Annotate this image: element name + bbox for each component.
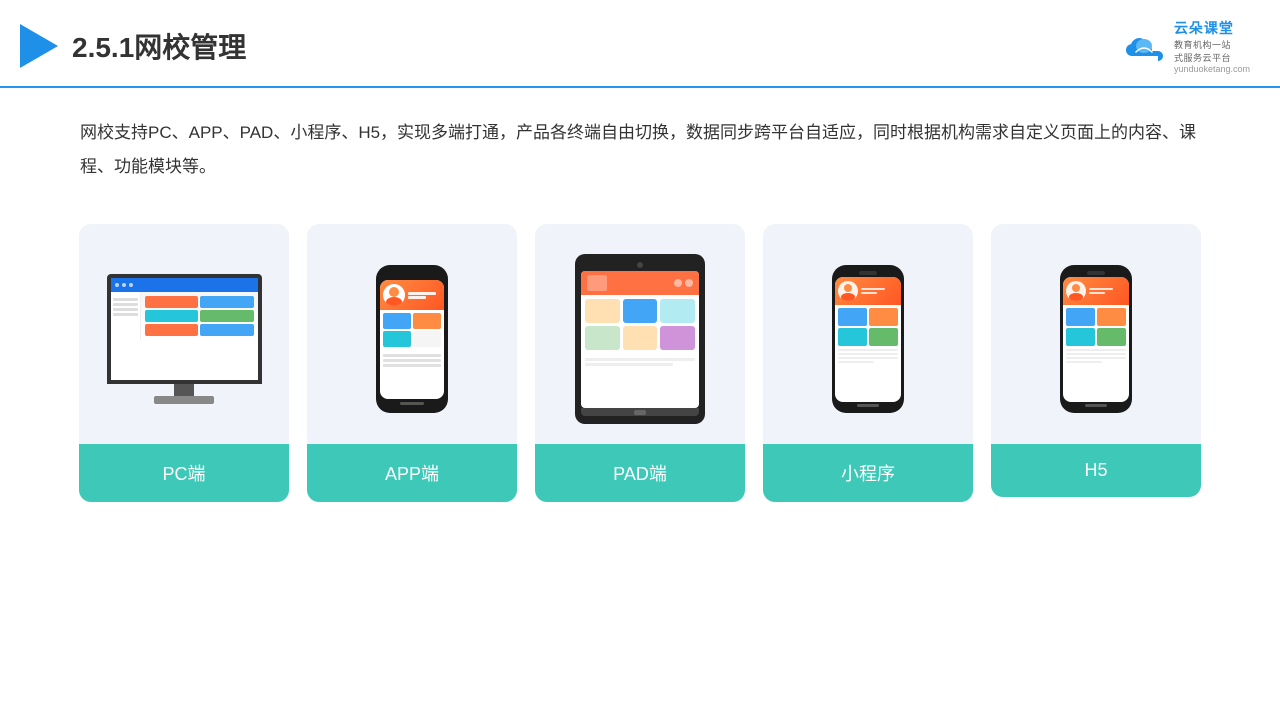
- logo-triangle-icon: [20, 24, 58, 68]
- pc-screen: [107, 274, 262, 384]
- brand-text-block: 云朵课堂 教育机构一站 式服务云平台 yunduoketang.com: [1174, 18, 1250, 74]
- brand-url: yunduoketang.com: [1174, 64, 1250, 74]
- card-pc: PC端: [79, 224, 289, 502]
- miniprogram-label: 小程序: [763, 444, 973, 502]
- brand-name: 云朵课堂: [1174, 18, 1234, 38]
- pc-mockup: [107, 274, 262, 404]
- brand-sub2: 式服务云平台: [1174, 51, 1231, 64]
- miniprogram-image-area: [763, 224, 973, 444]
- card-pad: PAD端: [535, 224, 745, 502]
- pc-image-area: [79, 224, 289, 444]
- header-right: 云朵课堂 教育机构一站 式服务云平台 yunduoketang.com: [1120, 18, 1250, 74]
- page-title: 2.5.1网校管理: [72, 26, 246, 66]
- cards-container: PC端: [0, 204, 1280, 532]
- pad-label: PAD端: [535, 444, 745, 502]
- brand-logo: 云朵课堂 教育机构一站 式服务云平台 yunduoketang.com: [1120, 18, 1250, 74]
- app-label: APP端: [307, 444, 517, 502]
- h5-phone-mockup: [1060, 265, 1132, 413]
- pad-image-area: [535, 224, 745, 444]
- card-app: APP端: [307, 224, 517, 502]
- brand-sub1: 教育机构一站: [1174, 38, 1231, 51]
- description-text: 网校支持PC、APP、PAD、小程序、H5，实现多端打通，产品各终端自由切换，数…: [0, 88, 1280, 194]
- card-h5: H5: [991, 224, 1201, 497]
- card-miniprogram: 小程序: [763, 224, 973, 502]
- header-left: 2.5.1网校管理: [20, 24, 246, 68]
- h5-image-area: [991, 224, 1201, 444]
- header: 2.5.1网校管理 云朵课堂 教育机构一站 式服务云平台 yunduoketan…: [0, 0, 1280, 88]
- cloud-icon: [1120, 30, 1168, 62]
- h5-label: H5: [991, 444, 1201, 497]
- pc-label: PC端: [79, 444, 289, 502]
- app-phone-mockup: [376, 265, 448, 413]
- app-image-area: [307, 224, 517, 444]
- tablet-mockup: [575, 254, 705, 424]
- miniprogram-phone-mockup: [832, 265, 904, 413]
